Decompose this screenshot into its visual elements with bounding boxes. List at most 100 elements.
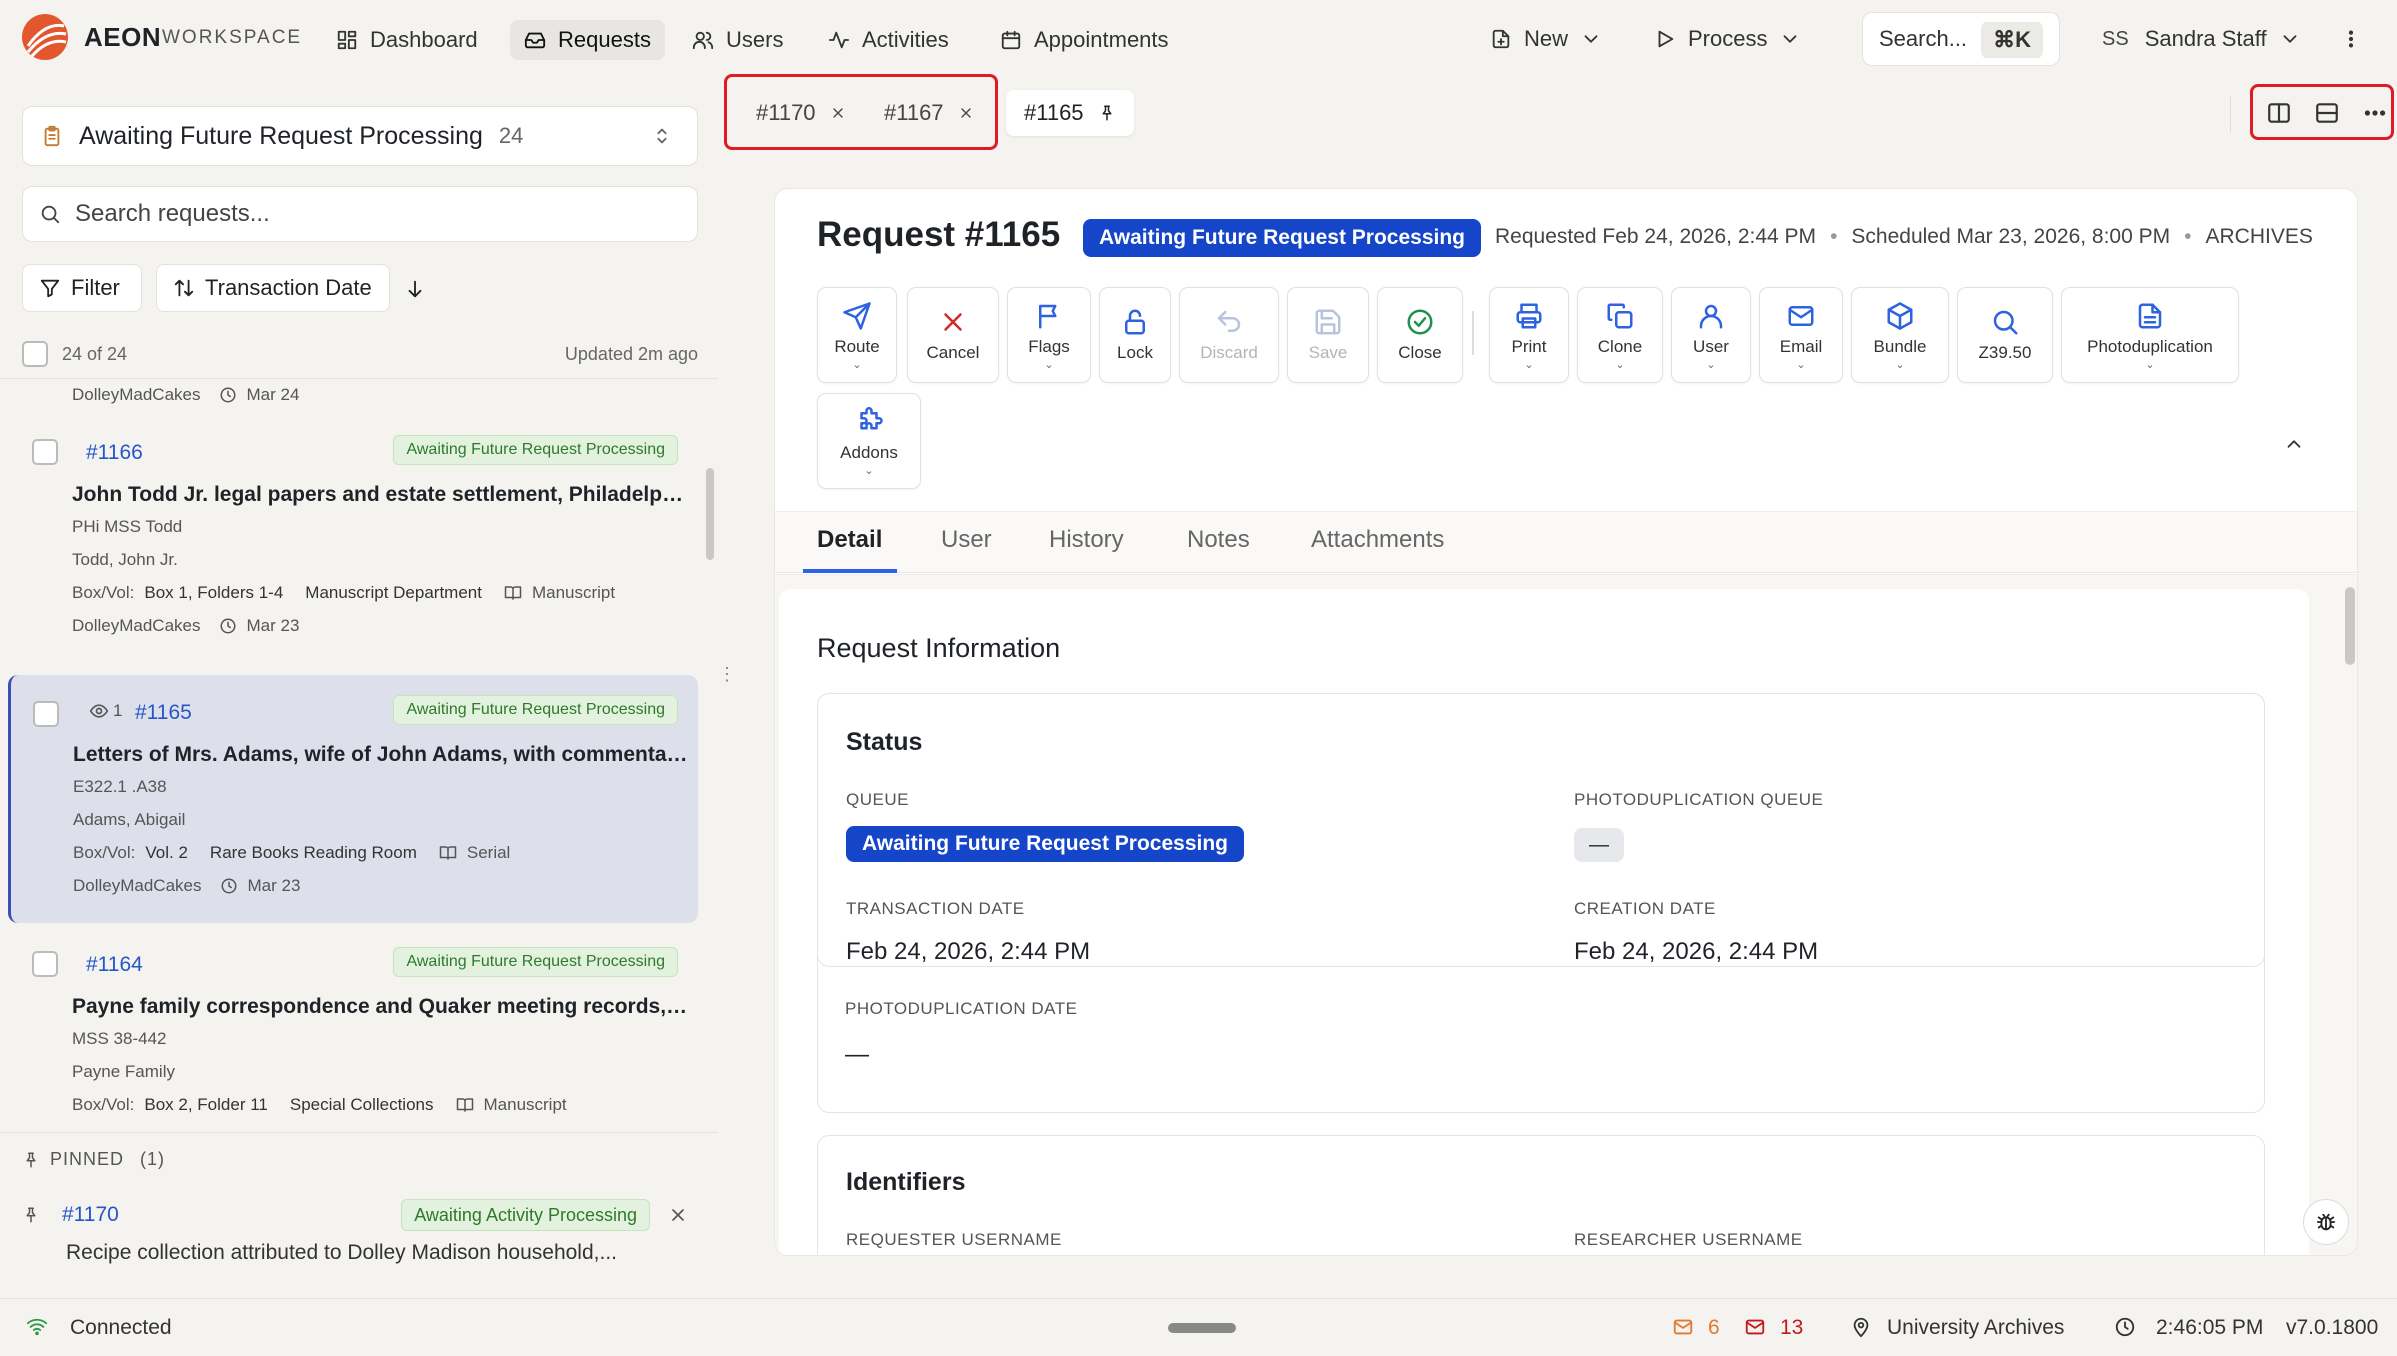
tab-1165[interactable]: #1165: [1006, 90, 1134, 136]
list-item[interactable]: #1166 Awaiting Future Request Processing…: [8, 427, 698, 662]
user-button[interactable]: User ⌄: [1671, 287, 1751, 383]
nav-label: Dashboard: [370, 27, 478, 52]
nav-users[interactable]: Users: [678, 20, 797, 60]
select-all-checkbox[interactable]: [22, 341, 48, 367]
row-checkbox[interactable]: [33, 701, 59, 727]
z3950-button[interactable]: Z39.50: [1957, 287, 2053, 383]
request-id-link[interactable]: #1166: [86, 441, 143, 465]
list-item[interactable]: #1164 Awaiting Future Request Processing…: [8, 939, 698, 1132]
new-menu-button[interactable]: New: [1490, 18, 1602, 60]
drag-handle[interactable]: [1168, 1323, 1236, 1333]
pinned-request-title: Recipe collection attributed to Dolley M…: [66, 1241, 617, 1264]
mail-icon[interactable]: [1672, 1316, 1694, 1338]
detail-scrollbar[interactable]: [2345, 587, 2355, 665]
photoduplication-button[interactable]: Photoduplication ⌄: [2061, 287, 2239, 383]
queue-count: 24: [498, 123, 524, 148]
owner-name: DolleyMadCakes: [72, 616, 201, 635]
email-button[interactable]: Email ⌄: [1759, 287, 1843, 383]
filter-label: Filter: [71, 275, 120, 300]
pinned-request-id[interactable]: #1170: [62, 1203, 119, 1227]
addons-button[interactable]: Addons ⌄: [817, 393, 921, 489]
tab-user[interactable]: User: [941, 526, 992, 554]
pin-icon[interactable]: [1098, 104, 1116, 122]
global-search-button[interactable]: Search... ⌘K: [1862, 12, 2060, 66]
action-label: Addons: [840, 443, 898, 462]
request-id-link[interactable]: #1164: [86, 953, 143, 977]
panel-resize-handle[interactable]: ⋮: [718, 665, 736, 694]
unpin-close-icon[interactable]: [668, 1205, 688, 1225]
tab-history[interactable]: History: [1049, 526, 1124, 554]
row-checkbox[interactable]: [32, 951, 58, 977]
chevron-down-icon: ⌄: [864, 465, 874, 477]
file-plus-icon: [1492, 29, 1510, 49]
request-search-input[interactable]: Search requests...: [22, 186, 698, 242]
sort-field-button[interactable]: Transaction Date: [156, 264, 390, 312]
action-label: Bundle: [1873, 337, 1927, 356]
site-name: University Archives: [1887, 1316, 2065, 1339]
copy-icon: [1607, 303, 1633, 329]
tab-notes[interactable]: Notes: [1187, 526, 1250, 554]
list-header: 24 of 24 Updated 2m ago: [22, 334, 698, 374]
process-menu-button[interactable]: Process: [1654, 18, 1801, 60]
queue-selector[interactable]: Awaiting Future Request Processing 24: [22, 106, 698, 166]
field-label: TRANSACTION DATE: [846, 899, 1025, 918]
nav-dashboard[interactable]: Dashboard: [322, 20, 492, 60]
brand-subtitle: WORKSPACE: [162, 27, 303, 48]
avatar: SS: [2102, 27, 2129, 50]
row-checkbox[interactable]: [32, 439, 58, 465]
debug-button[interactable]: [2303, 1199, 2349, 1245]
tab-detail[interactable]: Detail: [817, 526, 882, 554]
user-menu-button[interactable]: SS Sandra Staff: [2102, 18, 2301, 60]
owner-line: DolleyMadCakes Mar 23: [72, 616, 299, 636]
bundle-button[interactable]: Bundle ⌄: [1851, 287, 1949, 383]
layout-controls-highlight-box: [2250, 84, 2394, 140]
chevron-down-icon: ⌄: [1706, 359, 1716, 371]
status-badge: Awaiting Future Request Processing: [393, 435, 678, 465]
clock-icon: [221, 878, 236, 894]
cancel-button[interactable]: Cancel: [907, 287, 999, 383]
lock-button[interactable]: Lock: [1099, 287, 1171, 383]
route-button[interactable]: Route ⌄: [817, 287, 897, 383]
save-button[interactable]: Save: [1287, 287, 1369, 383]
nav-appointments[interactable]: Appointments: [986, 20, 1183, 60]
flags-button[interactable]: Flags ⌄: [1007, 287, 1091, 383]
bug-icon: [2316, 1213, 2336, 1231]
clone-button[interactable]: Clone ⌄: [1577, 287, 1663, 383]
tab-attachments[interactable]: Attachments: [1311, 526, 1444, 554]
close-button[interactable]: Close: [1377, 287, 1463, 383]
field-label: REQUESTER USERNAME: [846, 1230, 1062, 1249]
tabs-highlight-box: [724, 74, 998, 150]
more-vertical-button[interactable]: [2340, 18, 2362, 60]
mail-alert-icon[interactable]: [1744, 1316, 1766, 1338]
print-button[interactable]: Print ⌄: [1489, 287, 1569, 383]
collapse-toolbar-icon[interactable]: [2283, 433, 2305, 455]
connection-status: Connected: [70, 1316, 172, 1339]
nav-activities[interactable]: Activities: [814, 20, 963, 60]
boxvol-value: Box 2, Folder 11: [144, 1095, 268, 1114]
owner-name: DolleyMadCakes: [73, 876, 202, 895]
request-id-link[interactable]: #1165: [135, 701, 192, 725]
clock-icon: [220, 618, 235, 634]
filter-button[interactable]: Filter: [22, 264, 142, 312]
field-label: RESEARCHER USERNAME: [1574, 1230, 1803, 1249]
arrow-down-icon[interactable]: [404, 278, 426, 300]
due-date: Mar 23: [246, 616, 300, 635]
aeon-logo-icon[interactable]: [20, 12, 70, 62]
list-item-partial: DolleyMadCakes Mar 24: [72, 385, 299, 405]
divider: [2230, 96, 2231, 132]
discard-button[interactable]: Discard: [1179, 287, 1279, 383]
list-scrollbar[interactable]: [706, 468, 714, 560]
pinned-item[interactable]: #1170 Awaiting Activity Processing: [22, 1199, 694, 1231]
nav-requests[interactable]: Requests: [510, 20, 665, 60]
status-badge: Awaiting Future Request Processing: [393, 947, 678, 977]
activity-icon: [828, 31, 850, 49]
list-item-selected[interactable]: 1 #1165 Awaiting Future Request Processi…: [8, 675, 698, 923]
boxvol-label: Box/Vol:: [72, 1095, 135, 1114]
request-title: John Todd Jr. legal papers and estate se…: [72, 483, 692, 506]
owner-name: DolleyMadCakes: [72, 385, 201, 404]
clock-icon: [2115, 1317, 2135, 1337]
search-shortcut: ⌘K: [1981, 22, 2043, 58]
process-label: Process: [1688, 26, 1768, 51]
pinned-section: PINNED (1) #1170 Awaiting Activity Proce…: [0, 1132, 718, 1298]
pin-icon: [26, 1152, 36, 1167]
